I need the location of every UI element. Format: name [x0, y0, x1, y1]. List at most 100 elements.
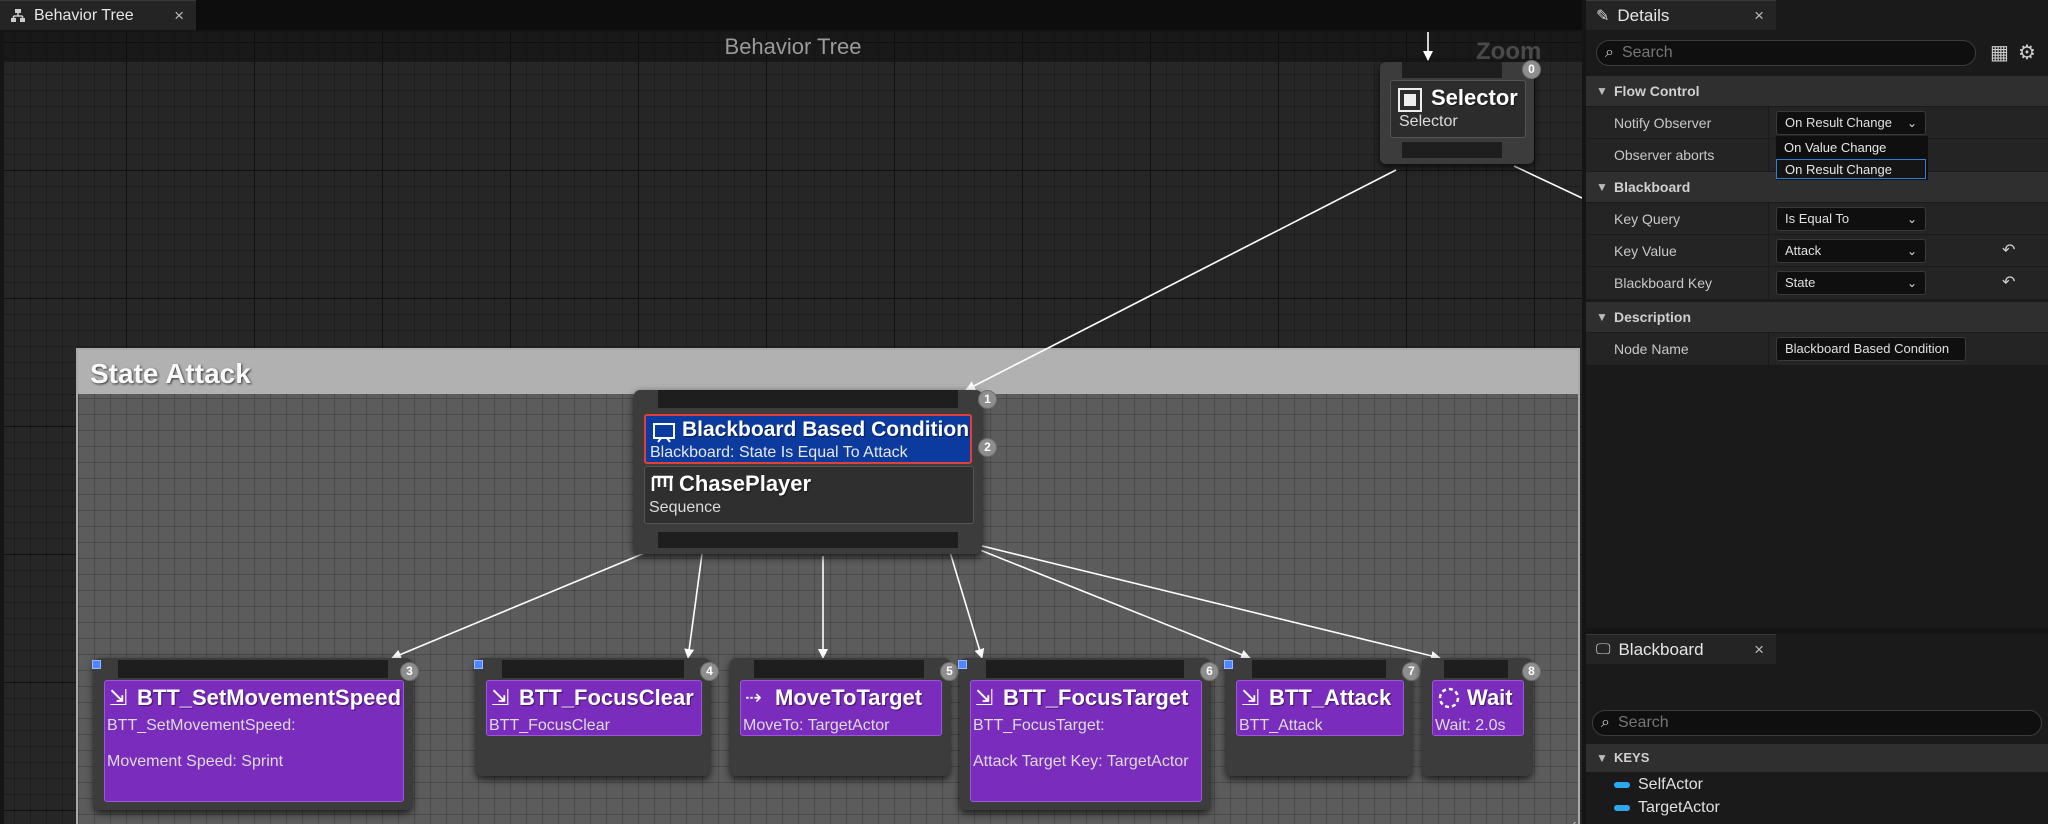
reset-to-default-icon[interactable]: ↶ [2002, 240, 2015, 260]
edge-root-right [1513, 165, 1582, 199]
output-pin-bar[interactable] [658, 532, 958, 548]
close-icon[interactable]: × [1754, 6, 1764, 26]
input-pin-bar[interactable] [1402, 62, 1502, 78]
output-pin-bar[interactable] [1402, 142, 1502, 158]
task-icon: ⇲ [491, 685, 510, 710]
task-line: MoveTo: TargetActor [743, 717, 890, 734]
task-body: ⇲ BTT_FocusTarget BTT_FocusTarget: Attac… [970, 680, 1202, 802]
task-line: Attack Target Key: TargetActor [973, 753, 1189, 770]
task-node-attack[interactable]: 7 ⇲ BTT_Attack BTT_Attack [1224, 658, 1421, 776]
key-type-icon [1614, 782, 1630, 788]
task-icon: ⇲ [1241, 685, 1260, 710]
execution-index-badge: 6 [1200, 662, 1219, 681]
edge-to-task-6 [949, 551, 985, 659]
task-node-movetotarget[interactable]: 5 ⇢ MoveToTarget MoveTo: TargetActor [730, 658, 959, 776]
chevron-down-icon: ⌄ [1906, 116, 1917, 130]
composite-index-badge: 1 [978, 390, 997, 409]
move-to-icon: ⇢ [745, 687, 762, 709]
section-flow-control[interactable]: ▼ Flow Control [1586, 76, 2048, 106]
input-pin-bar[interactable] [502, 660, 684, 678]
task-node-wait[interactable]: 8 Wait Wait: 2.0s [1422, 658, 1541, 776]
prop-label: Blackboard Key [1614, 275, 1713, 291]
blackboard-key-item[interactable]: TargetActor [1614, 797, 1720, 819]
prop-label: Observer aborts [1614, 147, 1715, 163]
blackboard-key-combo[interactable]: State ⌄ [1776, 271, 1926, 295]
table-view-icon[interactable]: ▦ [1990, 40, 2009, 65]
breakpoint-icon [958, 660, 967, 669]
notify-observer-combo[interactable]: On Result Change ⌄ [1776, 111, 1926, 135]
settings-gear-icon[interactable]: ⚙ [2018, 40, 2036, 65]
blackboard-search-input[interactable] [1615, 713, 1994, 733]
task-title: BTT_SetMovementSpeed [137, 685, 402, 710]
blackboard-panel: 🖵 Blackboard × ⌕ ▼ KEYS SelfActor Target… [1586, 634, 2048, 824]
input-pin-bar[interactable] [754, 660, 924, 678]
task-body: ⇲ BTT_Attack BTT_Attack [1236, 680, 1404, 736]
task-body: ⇢ MoveToTarget MoveTo: TargetActor [740, 680, 942, 736]
prop-label: Key Query [1614, 211, 1681, 227]
behavior-tree-icon [11, 8, 25, 22]
chevron-down-icon: ⌄ [1906, 244, 1917, 258]
tab-label: Behavior Tree [34, 6, 134, 24]
node-name-field[interactable]: Blackboard Based Condition [1776, 337, 1966, 361]
tab-label: Blackboard [1618, 639, 1704, 659]
sequence-title: ChasePlayer [679, 471, 812, 496]
chevron-down-icon: ⌄ [1906, 276, 1917, 290]
task-node-focusclear[interactable]: 4 ⇲ BTT_FocusClear BTT_FocusClear [474, 658, 719, 776]
breakpoint-icon [92, 660, 101, 669]
execution-index-badge: 0 [1522, 60, 1541, 79]
chaseplayer-node[interactable]: 1 Blackboard Based Condition Blackboard:… [634, 390, 997, 554]
task-line: BTT_SetMovementSpeed: [107, 717, 296, 734]
input-pin-bar[interactable] [118, 660, 388, 678]
dropdown-option[interactable]: On Value Change [1776, 138, 1926, 158]
behavior-tree-graph[interactable]: Behavior Tree Zoom 1:1 State Attack ⟋ [4, 32, 1582, 824]
execution-index-badge: 5 [940, 662, 959, 681]
task-line: Wait: 2.0s [1435, 717, 1506, 734]
section-description[interactable]: ▼ Description [1586, 302, 2048, 332]
task-line: BTT_FocusTarget: [973, 717, 1105, 734]
blackboard-key-item[interactable]: SelfActor [1614, 774, 1703, 796]
breakpoint-icon [474, 660, 483, 669]
key-query-combo[interactable]: Is Equal To ⌄ [1776, 207, 1926, 231]
keys-header[interactable]: ▼ KEYS [1586, 744, 2048, 772]
task-node-setmovementspeed[interactable]: 3 ⇲ BTT_SetMovementSpeed BTT_SetMovement… [92, 658, 419, 810]
decorator-blackboard-condition[interactable]: Blackboard Based Condition Blackboard: S… [644, 414, 972, 464]
prop-key-query: Key Query Is Equal To ⌄ [1586, 202, 2048, 235]
details-search-input[interactable] [1619, 43, 1939, 63]
prop-label: Key Value [1614, 243, 1677, 259]
task-line: BTT_FocusClear [489, 717, 610, 734]
collapse-triangle-icon: ▼ [1596, 84, 1608, 98]
key-value-combo[interactable]: Attack ⌄ [1776, 239, 1926, 263]
details-panel: ✎ Details × ⌕ ▦ ⚙ ▼ Flow Control Notify … [1586, 0, 2048, 628]
tab-blackboard[interactable]: 🖵 Blackboard × [1586, 634, 1776, 664]
dropdown-option-selected[interactable]: On Result Change [1776, 159, 1926, 179]
close-icon[interactable]: × [1754, 640, 1764, 660]
reset-to-default-icon[interactable]: ↶ [2002, 272, 2015, 292]
details-icon: ✎ [1596, 7, 1610, 25]
tab-behavior-tree[interactable]: Behavior Tree × [0, 0, 196, 30]
selector-node-body: Selector Selector [1390, 80, 1526, 138]
document-tab-bar: Behavior Tree × [0, 0, 1582, 30]
task-title: BTT_FocusTarget [1003, 685, 1189, 710]
prop-notify-observer: Notify Observer On Result Change ⌄ [1586, 106, 2048, 139]
task-title: Wait [1467, 685, 1513, 710]
details-search[interactable]: ⌕ [1596, 40, 1976, 66]
prop-label: Notify Observer [1614, 115, 1712, 131]
sequence-icon [651, 475, 673, 491]
sequence-node-body: ChasePlayer Sequence [644, 466, 974, 524]
execution-index-badge: 4 [700, 662, 719, 681]
selector-title: Selector [1431, 85, 1518, 110]
input-pin-bar[interactable] [658, 390, 958, 408]
close-icon[interactable]: × [174, 6, 184, 26]
task-title: MoveToTarget [775, 685, 923, 710]
blackboard-search[interactable]: ⌕ [1592, 710, 2042, 736]
task-icon: ⇲ [975, 685, 994, 710]
input-pin-bar[interactable] [1252, 660, 1386, 678]
search-icon: ⌕ [1601, 714, 1610, 731]
tab-details[interactable]: ✎ Details × [1586, 0, 1776, 30]
task-node-focustarget[interactable]: 6 ⇲ BTT_FocusTarget BTT_FocusTarget: Att… [958, 658, 1219, 810]
input-pin-bar[interactable] [986, 660, 1184, 678]
tab-label: Details [1617, 5, 1670, 25]
edge-to-task-4 [684, 553, 703, 659]
selector-node[interactable]: Selector Selector 0 [1380, 60, 1541, 164]
input-pin-bar[interactable] [1444, 660, 1508, 678]
